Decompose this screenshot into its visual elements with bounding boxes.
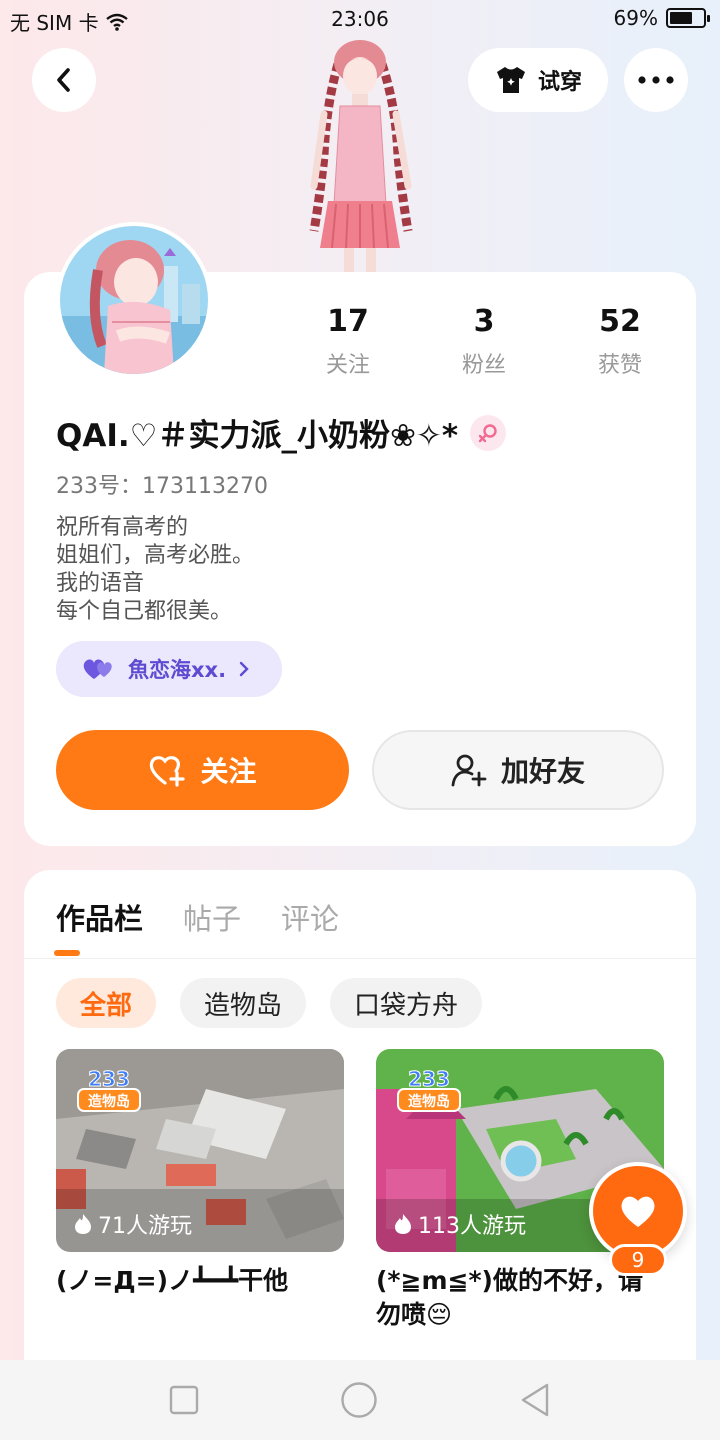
svg-text:233: 233 (408, 1067, 450, 1091)
work-title: (ノ=Д=)ノ┻━┻干他 (56, 1266, 289, 1295)
heart-plus-icon (150, 756, 186, 787)
add-friend-label: 加好友 (500, 755, 585, 788)
recent-apps-icon[interactable] (168, 1384, 200, 1416)
play-count: 113人游玩 (394, 1208, 526, 1240)
back-triangle-icon[interactable] (518, 1382, 552, 1418)
status-bar: 无 SIM 卡 23:06 69% (0, 0, 720, 38)
flame-icon (395, 1214, 411, 1234)
linked-user-name: 魚恋海xx. (128, 658, 227, 682)
chevron-right-icon (239, 661, 249, 677)
try-on-button[interactable]: 试穿 (468, 48, 608, 112)
stat-label: 粉丝 (461, 353, 506, 378)
active-tab-indicator (54, 950, 80, 956)
work-card[interactable]: 233 造物岛 71人游玩 (ノ=Д=)ノ┻━┻干他 (56, 1049, 344, 1298)
back-button[interactable] (32, 48, 96, 112)
battery-icon (666, 8, 710, 28)
stat-likes[interactable]: 52 获赞 (552, 304, 688, 379)
play-count: 71人游玩 (74, 1208, 192, 1240)
linked-user-pill[interactable]: 魚恋海xx. (56, 641, 282, 697)
username: QAI.♡＃实力派_小奶粉❀✧* (56, 418, 459, 454)
filter-all[interactable]: 全部 (56, 978, 157, 1028)
more-button[interactable] (624, 48, 688, 112)
back-arrow-icon (57, 68, 70, 92)
filter-chips: 全部 造物岛 口袋方舟 (56, 978, 483, 1028)
play-count-text: 71人游玩 (98, 1214, 192, 1239)
profile-stats: 17 关注 3 粉丝 52 获赞 (280, 304, 688, 379)
clock: 23:06 (331, 7, 389, 31)
svg-text:233: 233 (88, 1067, 130, 1091)
work-thumbnail: 233 造物岛 71人游玩 (56, 1049, 344, 1252)
stat-value: 3 (473, 304, 495, 339)
user-id: 233号：173113270 (56, 474, 268, 499)
more-dots-icon (638, 76, 674, 84)
zaowudao-badge-icon: 233 造物岛 (77, 1067, 141, 1112)
bio-line: 我的语音 (56, 571, 145, 596)
avatar-character-figure (309, 40, 413, 274)
stat-value: 52 (599, 304, 641, 339)
bio-line: 每个自己都很美。 (56, 599, 233, 624)
system-nav-bar (0, 1360, 720, 1440)
svg-text:造物岛: 造物岛 (88, 1093, 130, 1110)
stat-fans[interactable]: 3 粉丝 (416, 304, 552, 379)
flame-icon (75, 1214, 91, 1234)
tshirt-icon (496, 67, 525, 93)
battery-percent: 69% (613, 6, 658, 30)
tab-divider (24, 958, 696, 959)
follow-label: 关注 (200, 755, 257, 788)
tab-comments[interactable]: 评论 (281, 896, 339, 938)
username-row: QAI.♡＃实力派_小奶粉❀✧* (56, 410, 507, 455)
heart-icon (621, 1196, 655, 1227)
like-count-badge: 9 (609, 1244, 667, 1276)
content-card: 作品栏 帖子 评论 全部 造物岛 口袋方舟 233 造物岛 71人游玩 (ノ=Д… (24, 870, 696, 1390)
tab-posts[interactable]: 帖子 (183, 896, 241, 938)
stat-label: 关注 (325, 353, 370, 378)
svg-text:造物岛: 造物岛 (408, 1093, 450, 1110)
bio-line: 姐姐们，高考必胜。 (56, 543, 255, 568)
stat-following[interactable]: 17 关注 (280, 304, 416, 379)
stat-value: 17 (327, 304, 369, 339)
bio: 祝所有高考的 姐姐们，高考必胜。 我的语音 每个自己都很美。 (56, 514, 254, 626)
avatar-image (60, 226, 208, 374)
content-tabs: 作品栏 帖子 评论 (56, 896, 339, 938)
bio-line: 祝所有高考的 (56, 515, 189, 540)
stat-label: 获赞 (597, 353, 642, 378)
try-on-label: 试穿 (537, 70, 582, 95)
filter-zaowudao[interactable]: 造物岛 (180, 978, 307, 1028)
add-friend-button[interactable]: 加好友 (372, 730, 664, 810)
double-heart-icon (83, 659, 112, 679)
play-count-text: 113人游玩 (418, 1214, 526, 1239)
female-icon (470, 414, 507, 451)
tab-works[interactable]: 作品栏 (56, 896, 143, 938)
avatar[interactable] (56, 222, 212, 378)
filter-pocket-ark[interactable]: 口袋方舟 (330, 978, 483, 1028)
home-icon[interactable] (340, 1381, 378, 1419)
follow-button[interactable]: 关注 (56, 730, 349, 810)
zaowudao-badge-icon: 233 造物岛 (397, 1067, 461, 1112)
add-user-icon (451, 754, 487, 787)
